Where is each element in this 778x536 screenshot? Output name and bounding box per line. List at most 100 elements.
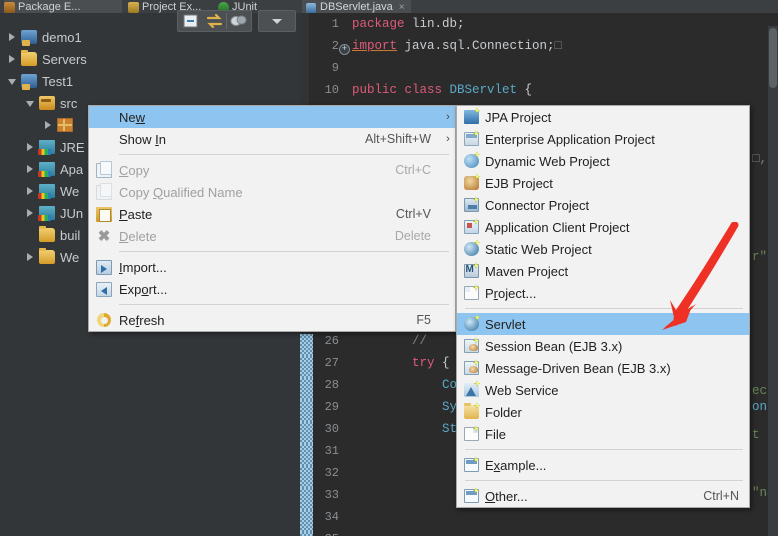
submenu-item-label: Web Service (485, 382, 559, 398)
submenu-item-dynamic-web-project[interactable]: Dynamic Web Project (457, 150, 749, 172)
maven-project-icon (457, 264, 485, 278)
java-project-icon (21, 30, 37, 46)
menu-item-show-in[interactable]: Show In Alt+Shift+W › (89, 128, 455, 150)
chevron-down-icon[interactable] (26, 99, 35, 108)
tree-item-test1[interactable]: Test1 (0, 70, 300, 92)
tree-item-servers[interactable]: Servers (0, 48, 300, 70)
code-token: DBServlet (449, 83, 518, 97)
submenu-item-file[interactable]: File (457, 423, 749, 445)
line-number: 28 (300, 378, 346, 400)
submenu-item-label: Message-Driven Bean (EJB 3.x) (485, 360, 671, 376)
code-token: St (442, 422, 458, 436)
submenu-item-project[interactable]: Project... (457, 282, 749, 304)
session-bean-icon (457, 339, 485, 353)
enterprise-application-project-icon (463, 132, 479, 146)
code-token: { (517, 83, 533, 97)
submenu-item-session-bean-ejb-3-x[interactable]: Session Bean (EJB 3.x) (457, 335, 749, 357)
line-number: 10 (300, 83, 346, 97)
submenu-item-label: Dynamic Web Project (485, 153, 610, 169)
tree-item-demo1[interactable]: demo1 (0, 26, 300, 48)
source-folder-icon (39, 96, 55, 110)
submenu-item-servlet[interactable]: Servlet (457, 313, 749, 335)
line-number-text: 10 (324, 83, 339, 97)
jpa-project-icon (463, 110, 479, 124)
menu-item-shortcut: Delete (394, 229, 431, 243)
menu-item-paste[interactable]: Paste Ctrl+V (89, 203, 455, 225)
menu-item-label: Show In (119, 131, 166, 147)
code-token: { (434, 356, 450, 370)
line-number-text: 32 (324, 466, 339, 480)
chevron-down-icon[interactable] (8, 77, 17, 86)
editor-tab-bar: DBServlet.java × (300, 0, 778, 13)
submenu-item-example[interactable]: Example... (457, 454, 749, 476)
project-icon (457, 286, 485, 300)
message-driven-bean-icon (457, 361, 485, 375)
code-fragment: t (752, 428, 768, 442)
context-menu[interactable]: New › Show In Alt+Shift+W › Copy Ctrl+C Copy Qu… (88, 105, 456, 332)
line-number-text: 33 (324, 488, 339, 502)
submenu-item-jpa-project[interactable]: JPA Project (457, 106, 749, 128)
refresh-icon (97, 313, 111, 327)
code-line: 2 + import java.sql.Connection;□ (300, 35, 778, 57)
close-icon[interactable]: × (399, 2, 405, 13)
line-number-text: 26 (324, 334, 339, 348)
tree-item-label: Apa (60, 161, 84, 177)
dynamic-web-project-icon (457, 154, 485, 168)
enterprise-application-project-icon (457, 132, 485, 146)
expand-fold-icon[interactable]: + (339, 44, 350, 55)
submenu-item-connector-project[interactable]: Connector Project (457, 194, 749, 216)
submenu-item-ejb-project[interactable]: EJB Project (457, 172, 749, 194)
chevron-right-icon[interactable] (8, 33, 17, 42)
submenu-item-application-client-project[interactable]: Application Client Project (457, 216, 749, 238)
library-icon (38, 162, 55, 177)
submenu-item-static-web-project[interactable]: Static Web Project (457, 238, 749, 260)
folder-icon (39, 248, 55, 264)
submenu-item-maven-project[interactable]: Maven Project (457, 260, 749, 282)
tab-dbservlet-java[interactable]: DBServlet.java × (302, 0, 411, 13)
servlet-icon (463, 317, 479, 331)
new-submenu[interactable]: JPA Project Enterprise Application Projec… (456, 105, 750, 508)
code-token: public class (352, 83, 450, 97)
menu-item-import[interactable]: Import... (89, 256, 455, 278)
menu-item-shortcut: Ctrl+V (395, 207, 431, 221)
menu-item-copy: Copy Ctrl+C (89, 159, 455, 181)
submenu-item-folder[interactable]: Folder (457, 401, 749, 423)
chevron-right-icon[interactable] (26, 253, 35, 262)
folder-icon (457, 403, 485, 419)
menu-item-refresh[interactable]: Refresh F5 (89, 309, 455, 331)
chevron-right-icon[interactable] (8, 55, 17, 64)
menu-item-new[interactable]: New › (89, 106, 455, 128)
chevron-right-icon[interactable] (26, 209, 35, 218)
submenu-item-other[interactable]: Other... Ctrl+N (457, 485, 749, 507)
line-number: 35 (300, 532, 346, 536)
folder-icon (21, 50, 37, 66)
application-client-project-icon (463, 220, 479, 234)
code-line: 34 (300, 506, 778, 532)
line-number: 33 (300, 488, 346, 510)
file-icon (463, 427, 479, 441)
export-icon (89, 281, 119, 297)
code-line: 1 package lin.db; (300, 13, 778, 35)
editor-vertical-scrollbar[interactable] (768, 26, 778, 536)
menu-item-label: Delete (119, 228, 157, 244)
paste-icon (89, 206, 119, 222)
menu-item-label: Copy Qualified Name (119, 184, 243, 200)
submenu-item-enterprise-application-project[interactable]: Enterprise Application Project (457, 128, 749, 150)
code-line-text: import java.sql.Connection;□ (346, 39, 562, 53)
chevron-right-icon[interactable] (26, 165, 35, 174)
chevron-right-icon[interactable] (26, 187, 35, 196)
ejb-project-icon (463, 176, 479, 190)
submenu-item-message-driven-bean-ejb-3-x[interactable]: Message-Driven Bean (EJB 3.x) (457, 357, 749, 379)
chevron-right-icon[interactable] (26, 143, 35, 152)
menu-item-export[interactable]: Export... (89, 278, 455, 300)
tab-package-explorer[interactable]: Package E... (4, 0, 122, 13)
submenu-item-web-service[interactable]: Web Service (457, 379, 749, 401)
connector-project-icon (457, 198, 485, 212)
code-line: 10 public class DBServlet { (300, 79, 778, 101)
library-icon (38, 206, 55, 221)
scrollbar-thumb[interactable] (769, 28, 777, 88)
code-token: lin.db; (404, 17, 465, 31)
line-number-text: 1 (331, 17, 339, 31)
chevron-right-icon[interactable] (44, 121, 53, 130)
